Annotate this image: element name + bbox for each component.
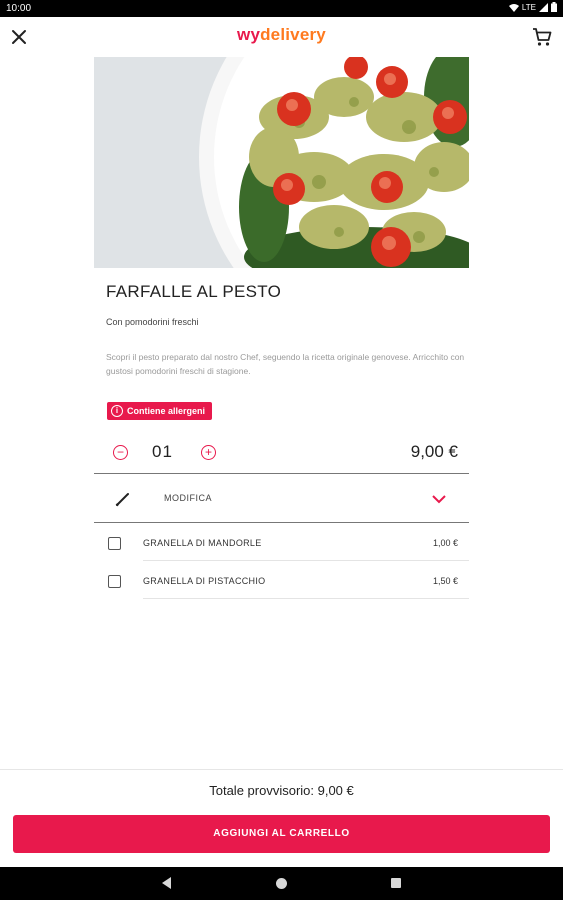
info-icon: i	[111, 405, 123, 417]
app-bar: wydelivery	[0, 17, 563, 57]
product-price: 9,00 €	[410, 442, 458, 461]
product-description: Scopri il pesto preparato dal nostro Che…	[106, 352, 465, 376]
cart-icon[interactable]	[531, 26, 553, 48]
quantity-value: 01	[152, 442, 173, 461]
product-subtitle: Con pomodorini freschi	[106, 317, 199, 327]
product-title: FARFALLE AL PESTO	[106, 282, 282, 301]
option-price: 1,00 €	[432, 538, 458, 548]
signal-icon	[539, 2, 548, 12]
quantity-row: − 01 + 9,00 €	[94, 436, 469, 474]
battery-icon	[551, 2, 557, 12]
subtotal-text: Totale provvisorio: 9,00 €	[209, 783, 354, 798]
add-to-cart-button[interactable]: AGGIUNGI AL CARRELLO	[13, 815, 550, 853]
option-name: GRANELLA DI MANDORLE	[143, 538, 262, 548]
status-time: 10:00	[6, 3, 32, 14]
option-row[interactable]: GRANELLA DI PISTACCHIO 1,50 €	[94, 561, 469, 599]
option-name: GRANELLA DI PISTACCHIO	[143, 576, 266, 586]
logo-part-wy: wy	[237, 25, 261, 44]
modify-label: MODIFICA	[164, 493, 212, 503]
product-image	[94, 57, 469, 268]
logo-part-delivery: delivery	[260, 25, 326, 44]
status-icons: LTE	[508, 2, 557, 12]
allergen-label: Contiene allergeni	[127, 406, 206, 416]
allergen-badge[interactable]: i Contiene allergeni	[107, 402, 213, 420]
decrease-quantity-button[interactable]: −	[113, 445, 128, 460]
divider	[143, 598, 469, 599]
option-checkbox[interactable]	[108, 537, 121, 550]
option-price: 1,50 €	[432, 576, 458, 586]
option-row[interactable]: GRANELLA DI MANDORLE 1,00 €	[94, 523, 469, 561]
status-bar: 10:00 LTE	[0, 0, 563, 17]
modify-section-header[interactable]: MODIFICA	[94, 475, 469, 523]
home-icon[interactable]	[276, 878, 287, 889]
wifi-icon	[508, 3, 519, 12]
option-checkbox[interactable]	[108, 575, 121, 588]
back-icon[interactable]	[162, 877, 171, 889]
increase-quantity-button[interactable]: +	[201, 445, 216, 460]
chevron-down-icon[interactable]	[431, 491, 447, 507]
pencil-icon	[115, 493, 129, 507]
network-type: LTE	[521, 2, 536, 12]
footer: Totale provvisorio: 9,00 € AGGIUNGI AL C…	[0, 769, 563, 867]
app-logo: wydelivery	[0, 25, 563, 45]
pasta-illustration	[94, 57, 469, 268]
recent-apps-icon[interactable]	[391, 878, 401, 888]
system-nav-bar	[0, 867, 563, 900]
